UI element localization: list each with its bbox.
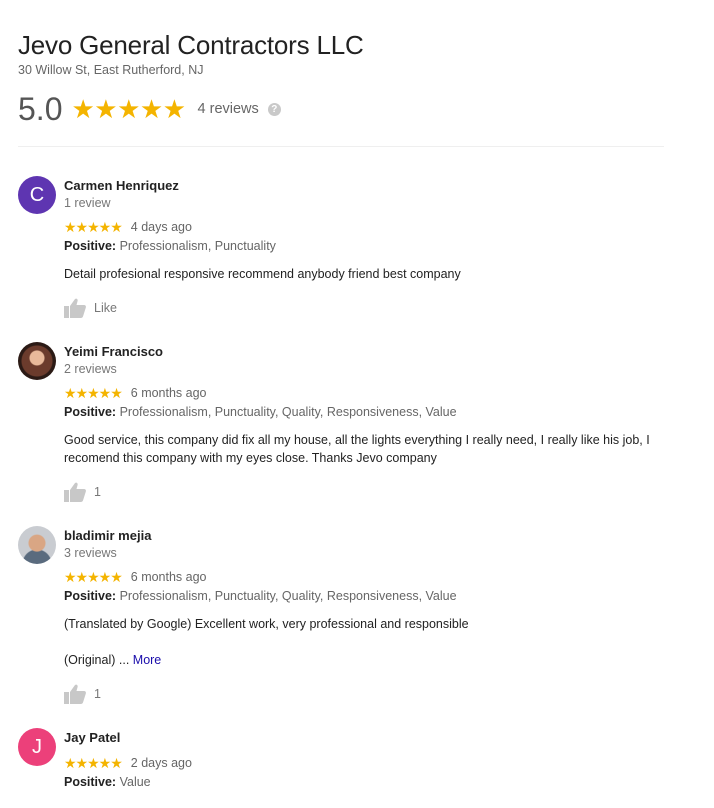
review-date: 6 months ago xyxy=(130,386,207,400)
review-stars: ★★★★★ xyxy=(64,755,123,771)
rating-value: 5.0 xyxy=(18,91,63,127)
like-count[interactable]: 1 xyxy=(94,485,101,499)
positive-label: Positive: xyxy=(64,589,117,603)
review-text: Good service, this company did fix all m… xyxy=(64,433,650,465)
original-label: (Original) ... xyxy=(64,653,130,667)
review-count-link[interactable]: 4 reviews xyxy=(198,101,259,117)
reviewer-review-count: 3 reviews xyxy=(64,546,117,560)
review-original: (Original) ... More xyxy=(64,651,684,669)
thumbs-up-icon[interactable] xyxy=(64,482,86,502)
avatar[interactable] xyxy=(18,526,56,564)
review-rating: ★★★★★ 6 months ago xyxy=(64,385,694,401)
review-rating: ★★★★★ 2 days ago xyxy=(64,755,694,771)
reviewer-review-count: 2 reviews xyxy=(64,362,117,376)
review-positive-attributes: Positive: Professionalism, Punctuality xyxy=(64,238,694,254)
avatar[interactable]: C xyxy=(18,176,56,214)
avatar[interactable]: J xyxy=(18,728,56,766)
like-button[interactable]: 1 xyxy=(64,481,694,503)
more-link[interactable]: More xyxy=(133,653,161,667)
thumbs-up-icon[interactable] xyxy=(64,684,86,704)
positive-values: Professionalism, Punctuality, Quality, R… xyxy=(119,405,457,419)
review-date: 4 days ago xyxy=(130,220,192,234)
review-stars: ★★★★★ xyxy=(64,385,123,401)
reviewer-review-count: 1 review xyxy=(64,196,111,210)
reviewer-name[interactable]: Carmen Henriquez xyxy=(64,178,694,194)
reviewer-name[interactable]: Jay Patel xyxy=(64,730,694,746)
business-name: Jevo General Contractors LLC xyxy=(18,30,364,60)
rating-stars: ★★★★★ xyxy=(71,94,186,124)
review-date: 2 days ago xyxy=(130,756,192,770)
like-button[interactable]: 1 xyxy=(64,683,694,705)
review-rating: ★★★★★ 6 months ago xyxy=(64,569,694,585)
review-date: 6 months ago xyxy=(130,570,207,584)
divider xyxy=(18,146,664,147)
business-address: 30 Willow St, East Rutherford, NJ xyxy=(18,63,204,77)
like-button[interactable]: Like xyxy=(64,297,694,319)
positive-values: Professionalism, Punctuality xyxy=(119,239,276,253)
positive-label: Positive: xyxy=(64,239,117,253)
review-stars: ★★★★★ xyxy=(64,219,123,235)
reviewer-name[interactable]: Yeimi Francisco xyxy=(64,344,694,360)
avatar[interactable] xyxy=(18,342,56,380)
review-positive-attributes: Positive: Professionalism, Punctuality, … xyxy=(64,404,694,420)
positive-label: Positive: xyxy=(64,775,117,789)
review-text: Detail profesional responsive recommend … xyxy=(64,267,461,281)
review-text: (Translated by Google) Excellent work, v… xyxy=(64,617,469,631)
like-count[interactable]: 1 xyxy=(94,687,101,701)
like-label[interactable]: Like xyxy=(94,301,117,315)
positive-values: Value xyxy=(119,775,151,789)
review-rating: ★★★★★ 4 days ago xyxy=(64,219,694,235)
rating-summary: 5.0 ★★★★★ 4 reviews ? xyxy=(18,89,668,129)
help-icon[interactable]: ? xyxy=(267,102,281,116)
business-header: Jevo General Contractors LLC 30 Willow S… xyxy=(18,28,668,129)
review-positive-attributes: Positive: Professionalism, Punctuality, … xyxy=(64,588,694,604)
thumbs-up-icon[interactable] xyxy=(64,298,86,318)
positive-values: Professionalism, Punctuality, Quality, R… xyxy=(119,589,457,603)
review-stars: ★★★★★ xyxy=(64,569,123,585)
reviewer-name[interactable]: bladimir mejia xyxy=(64,528,694,544)
positive-label: Positive: xyxy=(64,405,117,419)
review-positive-attributes: Positive: Value xyxy=(64,774,694,790)
